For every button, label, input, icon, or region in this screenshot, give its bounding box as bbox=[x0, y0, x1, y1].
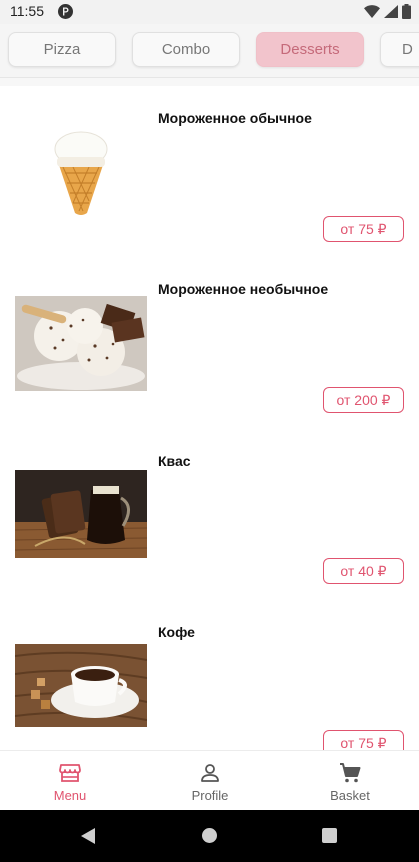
price-label: от 75 ₽ bbox=[340, 220, 387, 237]
product-name: Квас bbox=[158, 453, 191, 469]
product-image-kvass bbox=[15, 470, 147, 558]
status-time: 11:55 bbox=[10, 3, 44, 19]
battery-icon bbox=[402, 4, 411, 24]
cart-icon bbox=[338, 761, 362, 785]
product-name: Мороженное необычное bbox=[158, 281, 329, 297]
nav-label-profile: Profile bbox=[191, 788, 229, 803]
price-button[interactable]: от 75 ₽ bbox=[323, 216, 404, 242]
signal-icon bbox=[384, 5, 398, 23]
nav-item-menu[interactable]: Menu bbox=[0, 751, 140, 811]
app-screen: 11:55 Pizza Combo Desserts D Мороженное … bbox=[0, 0, 419, 862]
status-bar: 11:55 bbox=[0, 0, 419, 24]
bottom-navigation: Menu Profile Basket bbox=[0, 750, 419, 810]
price-label: от 200 ₽ bbox=[336, 391, 391, 408]
price-button[interactable]: от 200 ₽ bbox=[323, 387, 404, 413]
tab-desserts[interactable]: Desserts bbox=[256, 32, 364, 67]
home-icon[interactable] bbox=[202, 828, 217, 843]
product-image-ice-cream-cone bbox=[15, 123, 147, 221]
tab-drinks-partial[interactable]: D bbox=[380, 32, 419, 67]
nav-item-profile[interactable]: Profile bbox=[140, 751, 280, 811]
price-button[interactable]: от 40 ₽ bbox=[323, 558, 404, 584]
product-image-ice-cream-bowl bbox=[15, 296, 147, 391]
product-name: Мороженное обычное bbox=[158, 110, 312, 126]
person-icon bbox=[198, 761, 222, 785]
product-card[interactable]: Мороженное обычное от 75 ₽ bbox=[0, 86, 419, 257]
nav-label-basket: Basket bbox=[330, 788, 370, 803]
tab-label: D bbox=[402, 41, 413, 58]
product-list[interactable]: Мороженное обычное от 75 ₽ Мороженное не… bbox=[0, 86, 419, 750]
tab-combo[interactable]: Combo bbox=[132, 32, 240, 67]
product-image-coffee bbox=[15, 644, 147, 727]
tab-label: Pizza bbox=[43, 41, 81, 58]
recents-icon[interactable] bbox=[322, 828, 337, 843]
category-tabs: Pizza Combo Desserts D bbox=[0, 24, 419, 78]
tab-label: Desserts bbox=[280, 41, 340, 58]
wifi-icon bbox=[364, 5, 380, 23]
product-card[interactable]: Кофе от 75 ₽ bbox=[0, 599, 419, 750]
price-label: от 75 ₽ bbox=[340, 734, 387, 751]
store-icon bbox=[58, 761, 82, 785]
product-card[interactable]: Мороженное необычное от 200 ₽ bbox=[0, 257, 419, 428]
back-icon[interactable] bbox=[80, 827, 96, 850]
tabs-divider bbox=[0, 77, 419, 78]
system-navigation-bar bbox=[0, 810, 419, 862]
nav-item-basket[interactable]: Basket bbox=[280, 751, 419, 811]
tab-label: Combo bbox=[161, 41, 211, 58]
product-name: Кофе bbox=[158, 624, 195, 640]
nav-label-menu: Menu bbox=[53, 788, 87, 803]
product-card[interactable]: Квас от 40 ₽ bbox=[0, 428, 419, 599]
app-notification-icon bbox=[58, 4, 73, 19]
price-label: от 40 ₽ bbox=[340, 562, 387, 579]
price-button[interactable]: от 75 ₽ bbox=[323, 730, 404, 750]
tab-pizza[interactable]: Pizza bbox=[8, 32, 116, 67]
